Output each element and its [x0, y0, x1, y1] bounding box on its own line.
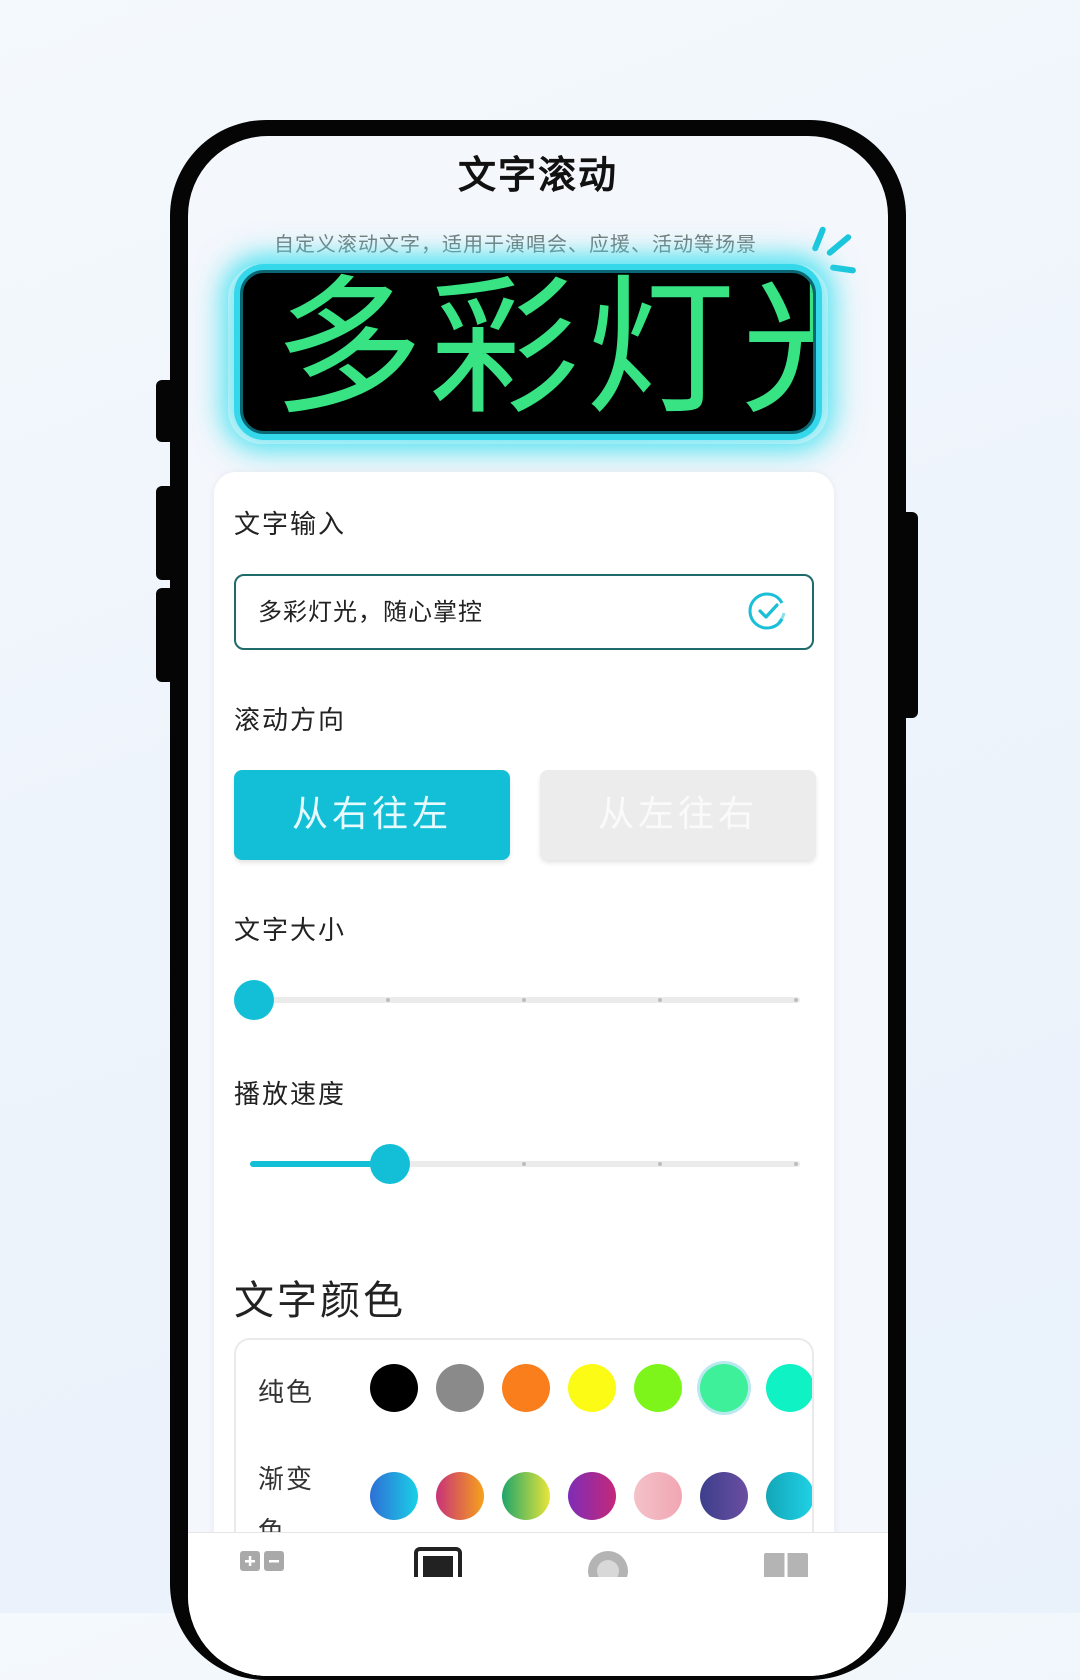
slider-fill: [250, 1161, 390, 1167]
calculator-icon[interactable]: [240, 1547, 284, 1577]
solid-color-swatch[interactable]: [700, 1364, 748, 1412]
sparkle-decoration: [829, 264, 857, 274]
direction-left-to-right-button[interactable]: 从左往右: [540, 770, 816, 860]
sparkle-decoration: [811, 225, 827, 253]
slider-tick: [386, 998, 390, 1002]
page-title: 文字滚动: [457, 153, 618, 197]
bottom-navigation: [188, 1532, 888, 1676]
book-icon[interactable]: [764, 1547, 808, 1579]
solid-color-swatch[interactable]: [502, 1364, 550, 1412]
banner-scroll-text: 多彩灯光: [273, 270, 813, 434]
speed-label: 播放速度: [234, 1080, 347, 1110]
text-size-slider[interactable]: [234, 978, 800, 1022]
slider-tick: [658, 1162, 662, 1166]
solid-color-swatch[interactable]: [766, 1364, 812, 1412]
solid-color-swatch[interactable]: [370, 1364, 418, 1412]
led-banner-preview: 多彩灯光: [240, 270, 816, 434]
slider-tick: [794, 1162, 798, 1166]
solid-color-label: 纯色: [258, 1378, 315, 1408]
direction-label: 滚动方向: [234, 706, 347, 736]
slider-tick: [658, 998, 662, 1002]
gradient-color-swatch[interactable]: [568, 1472, 616, 1520]
slider-tick: [522, 1162, 526, 1166]
gradient-color-swatch[interactable]: [502, 1472, 550, 1520]
text-input-field[interactable]: 多彩灯光，随心掌控: [234, 574, 814, 650]
text-color-heading: 文字颜色: [234, 1278, 406, 1324]
text-size-label: 文字大小: [234, 916, 347, 946]
phone-screen: 文字滚动 自定义滚动文字，适用于演唱会、应援、活动等场景 多彩灯光 文字输入 多…: [188, 136, 888, 1676]
direction-right-to-left-button[interactable]: 从右往左: [234, 770, 510, 860]
sparkle-decoration: [825, 233, 853, 257]
solid-color-swatch[interactable]: [568, 1364, 616, 1412]
slider-thumb[interactable]: [234, 980, 274, 1020]
gradient-color-swatch[interactable]: [766, 1472, 812, 1520]
solid-color-swatch[interactable]: [436, 1364, 484, 1412]
slider-thumb[interactable]: [370, 1144, 410, 1184]
gradient-color-swatch[interactable]: [370, 1472, 418, 1520]
check-circle-icon[interactable]: [748, 591, 788, 631]
speed-slider[interactable]: [234, 1142, 800, 1186]
gradient-color-swatch[interactable]: [700, 1472, 748, 1520]
solid-color-swatch[interactable]: [634, 1364, 682, 1412]
settings-card: 文字输入 多彩灯光，随心掌控 滚动方向 从右往左 从左往右 文字大小 播放速度: [214, 472, 834, 1676]
slider-tick: [522, 998, 526, 1002]
marquee-screen-icon[interactable]: [414, 1547, 462, 1585]
gradient-color-swatch[interactable]: [436, 1472, 484, 1520]
page-subtitle: 自定义滚动文字，适用于演唱会、应援、活动等场景: [274, 232, 757, 256]
compass-icon[interactable]: [586, 1547, 630, 1591]
text-input-value: 多彩灯光，随心掌控: [258, 598, 483, 626]
slider-tick: [794, 998, 798, 1002]
gradient-color-swatch[interactable]: [634, 1472, 682, 1520]
text-input-label: 文字输入: [234, 510, 347, 540]
